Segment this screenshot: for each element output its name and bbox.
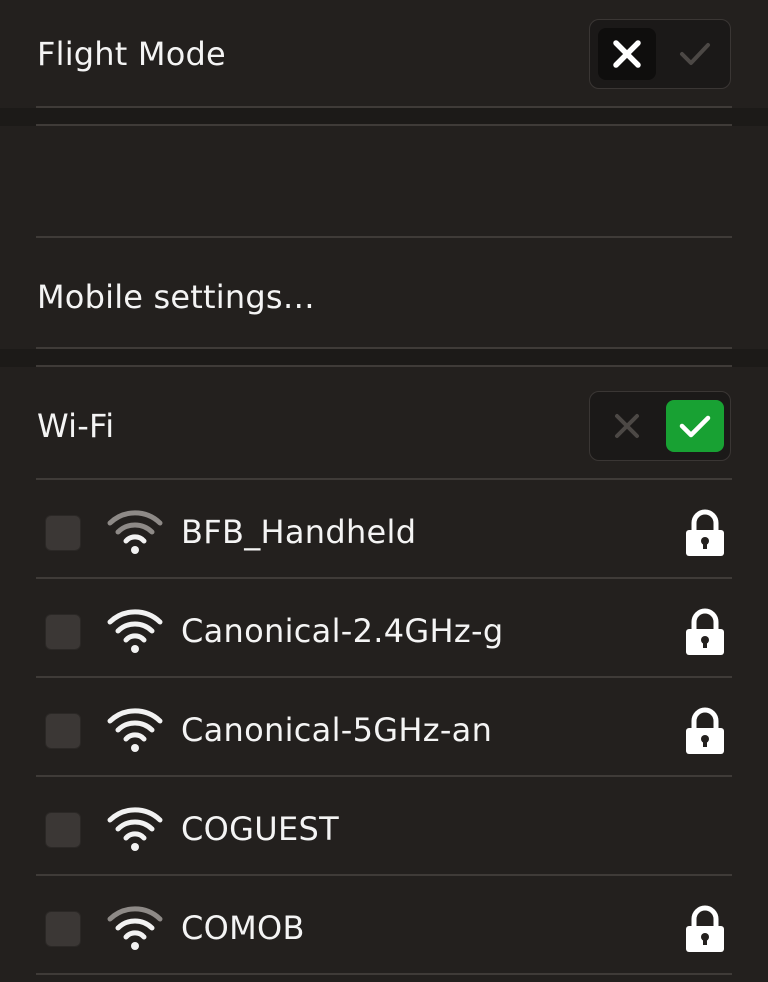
toggle-on-knob[interactable] bbox=[666, 400, 724, 452]
network-checkbox[interactable] bbox=[45, 911, 81, 947]
network-name: COMOB bbox=[181, 909, 305, 947]
divider bbox=[36, 236, 732, 238]
divider bbox=[36, 973, 732, 975]
wifi-signal-icon bbox=[107, 510, 163, 554]
network-name: BFB_Handheld bbox=[181, 513, 417, 551]
lock-icon bbox=[686, 608, 724, 655]
divider bbox=[36, 365, 732, 367]
toggle-on-side[interactable] bbox=[666, 28, 724, 80]
network-checkbox[interactable] bbox=[45, 614, 81, 650]
lock-icon bbox=[686, 905, 724, 952]
mobile-settings-link[interactable]: Mobile settings… bbox=[37, 277, 315, 317]
wifi-network-row[interactable]: BFB_Handheld bbox=[0, 480, 768, 579]
wifi-signal-icon bbox=[107, 906, 163, 950]
network-settings-panel: Flight Mode Mobile settings… Wi-Fi BFB_H… bbox=[0, 0, 768, 982]
toggle-off-knob[interactable] bbox=[598, 28, 656, 80]
network-name: Canonical-2.4GHz-g bbox=[181, 612, 504, 650]
wifi-signal-icon bbox=[107, 708, 163, 752]
toggle-off-side[interactable] bbox=[598, 400, 656, 452]
flight-mode-toggle[interactable] bbox=[589, 19, 731, 89]
network-name: Canonical-5GHz-an bbox=[181, 711, 493, 749]
wifi-network-row[interactable]: COGUEST bbox=[0, 777, 768, 876]
network-checkbox[interactable] bbox=[45, 713, 81, 749]
check-icon bbox=[679, 415, 711, 438]
flight-mode-label: Flight Mode bbox=[37, 35, 226, 73]
wifi-signal-icon bbox=[107, 807, 163, 851]
network-checkbox[interactable] bbox=[45, 515, 81, 551]
divider bbox=[36, 124, 732, 126]
x-icon bbox=[615, 414, 639, 438]
lock-icon bbox=[686, 509, 724, 556]
network-checkbox[interactable] bbox=[45, 812, 81, 848]
wifi-network-row[interactable]: Canonical-2.4GHz-g bbox=[0, 579, 768, 678]
wifi-toggle[interactable] bbox=[589, 391, 731, 461]
wifi-signal-icon bbox=[107, 609, 163, 653]
lock-icon bbox=[686, 707, 724, 754]
wifi-network-row[interactable]: Canonical-5GHz-an bbox=[0, 678, 768, 777]
wifi-label: Wi-Fi bbox=[37, 407, 115, 445]
network-name: COGUEST bbox=[181, 810, 339, 848]
x-icon bbox=[613, 40, 641, 68]
wifi-network-row[interactable]: COMOB bbox=[0, 876, 768, 975]
check-icon bbox=[680, 43, 710, 65]
